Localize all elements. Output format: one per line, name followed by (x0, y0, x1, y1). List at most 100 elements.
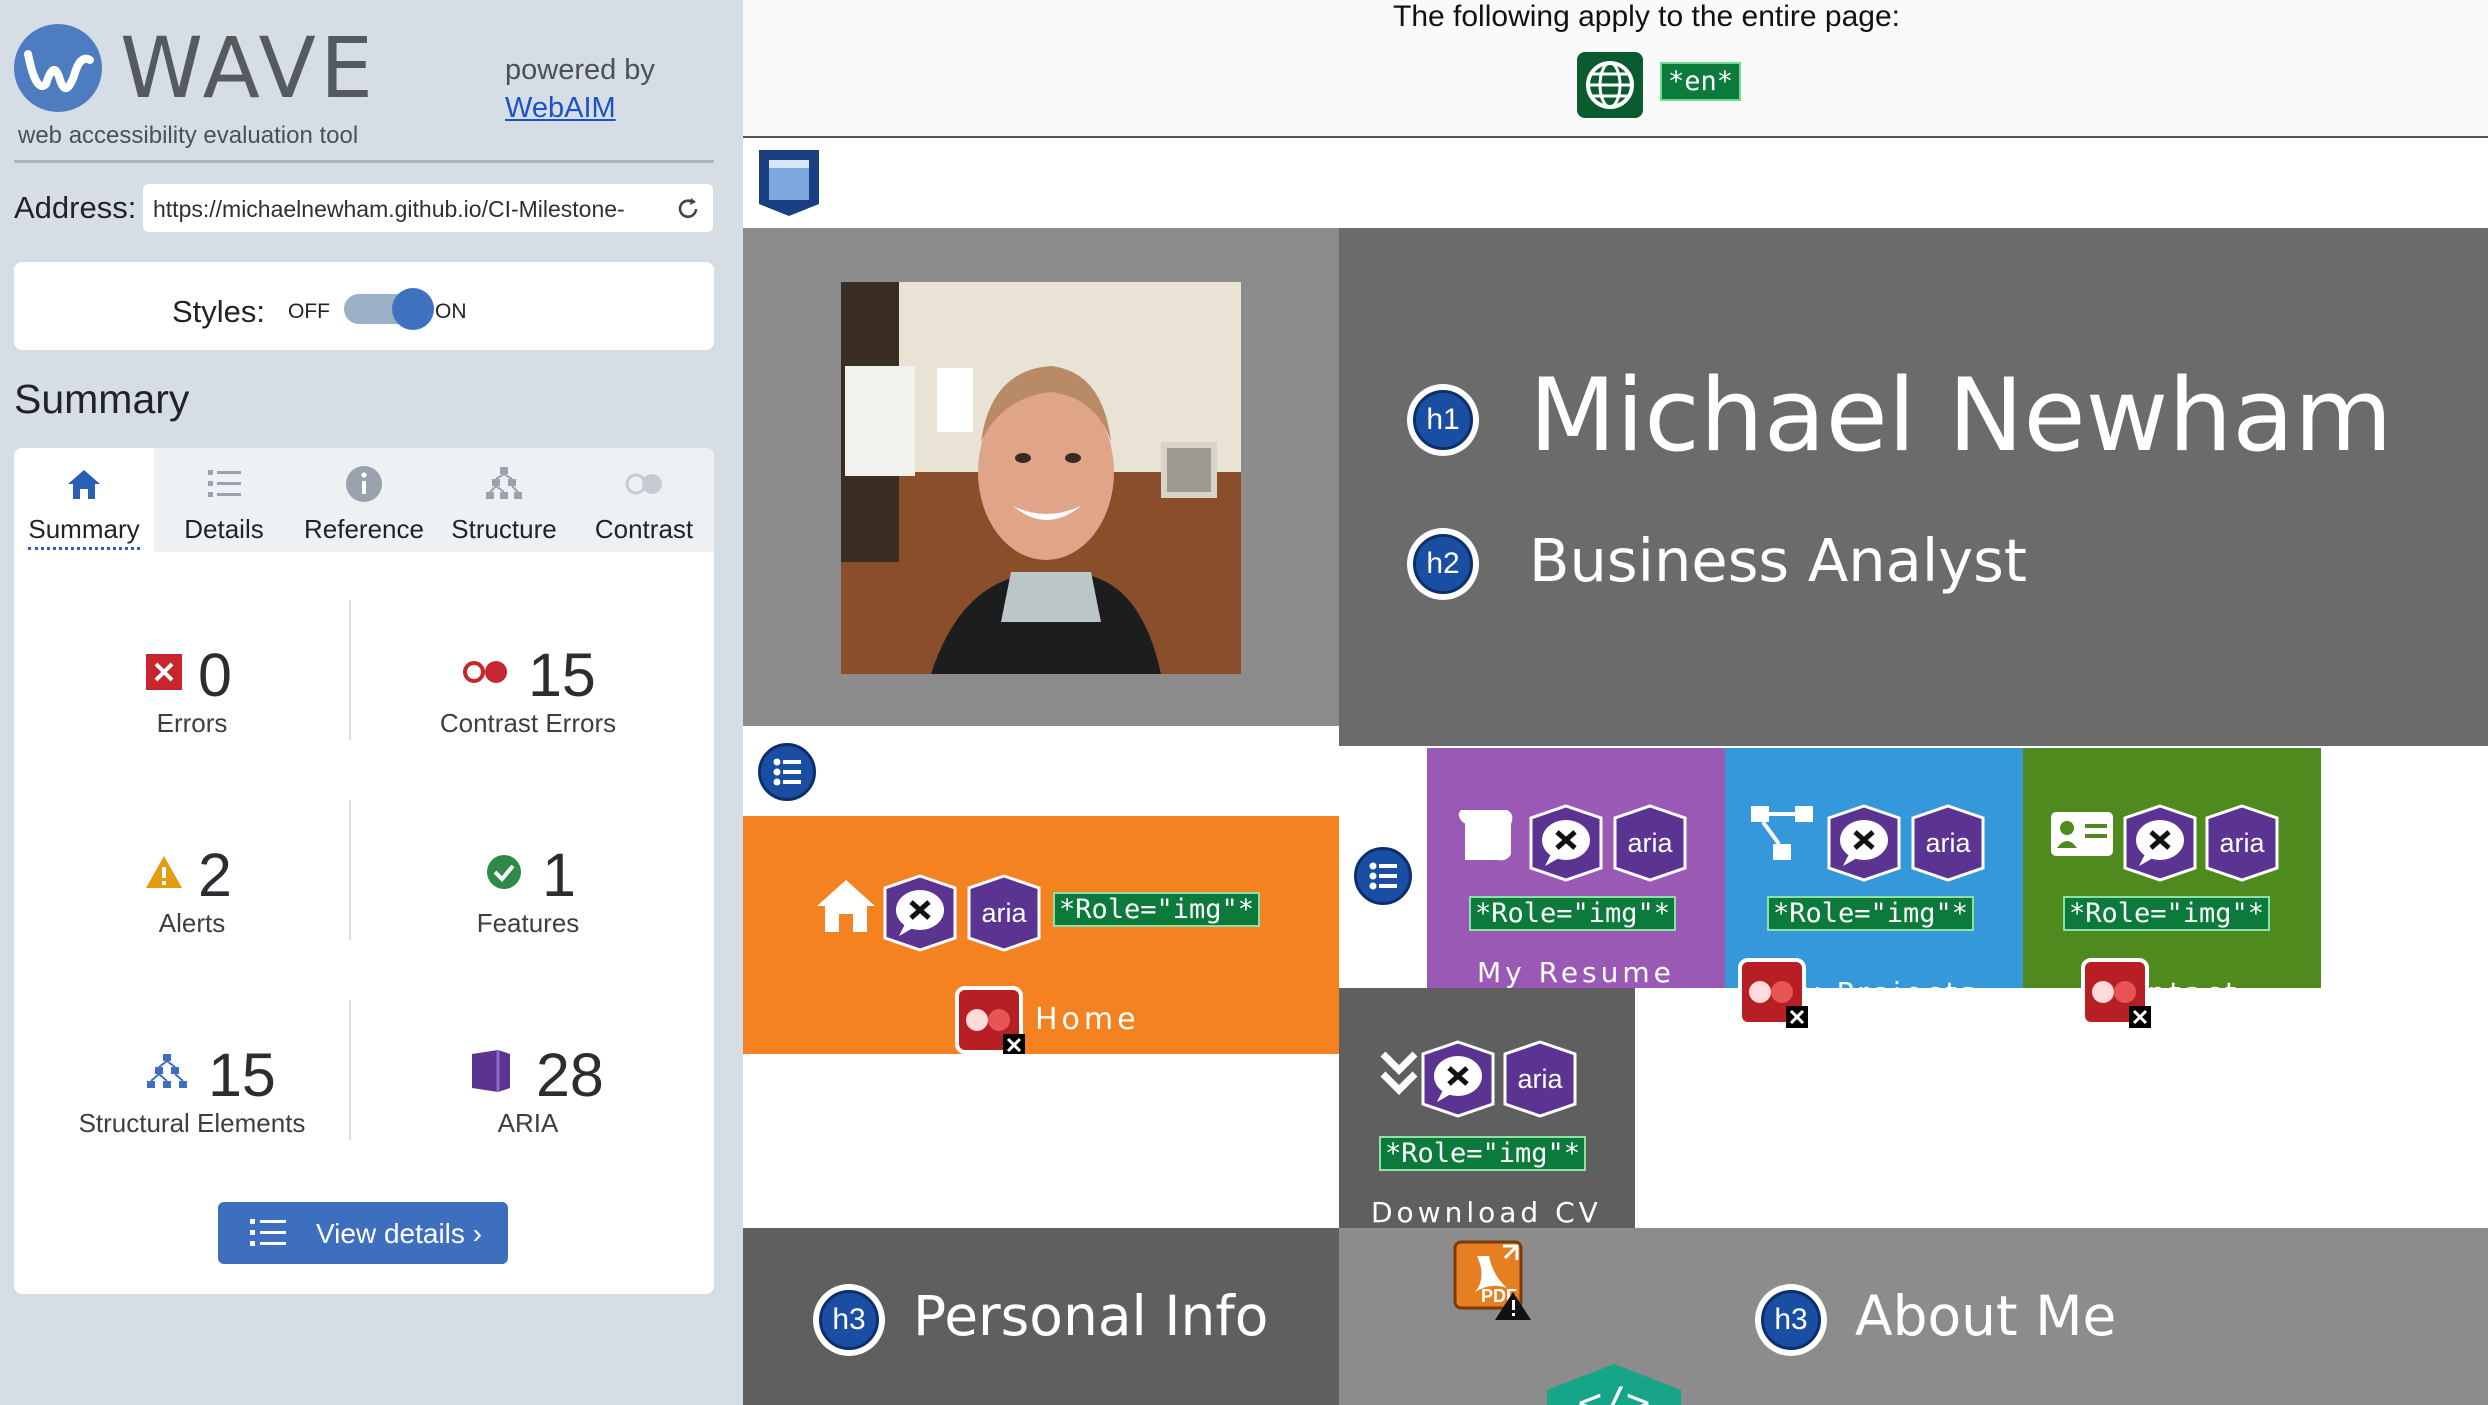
nav-tile-projects[interactable]: aria *Role="img"* My Projects (1725, 748, 2023, 988)
wave-logo-icon (14, 24, 102, 112)
tile-home-label: Home (1035, 1002, 1140, 1037)
stat-errors[interactable]: 0 Errors (32, 634, 352, 739)
styles-off-label: OFF (288, 300, 330, 323)
stat-aria[interactable]: 28 ARIA (368, 1034, 688, 1139)
contrast-error-icon (463, 661, 507, 683)
contrast-error-icon[interactable] (2079, 956, 2151, 1028)
aria-icon (472, 1050, 510, 1092)
contact-card-icon (2051, 812, 2113, 856)
aria-chip-label: aria (1925, 828, 1971, 858)
globe-icon[interactable] (1577, 52, 1643, 118)
profile-photo (841, 282, 1241, 674)
list-icon (208, 470, 241, 497)
nav-tile-home[interactable]: aria *Role="img"* Home (743, 816, 1339, 1054)
alerts-label: Alerts (158, 908, 226, 938)
alt-missing-icon[interactable] (1529, 804, 1603, 882)
page-notice-bar: The following apply to the entire page: … (743, 0, 2488, 138)
webaim-link[interactable]: WebAIM (505, 92, 616, 125)
download-cv-label: Download CV (1371, 1196, 1602, 1228)
structural-label: Structural Elements (78, 1108, 306, 1138)
styles-toggle[interactable] (344, 288, 434, 330)
personal-info-section: h3 Personal Info (743, 1228, 1339, 1405)
tab-contrast[interactable]: Contrast (574, 448, 714, 552)
aria-chip-label: aria (2219, 828, 2265, 858)
stat-alerts[interactable]: 2 Alerts (32, 834, 352, 939)
language-tag[interactable]: *en* (1660, 62, 1742, 101)
aria-icon[interactable]: aria (2205, 804, 2279, 882)
address-value[interactable]: https://michaelnewham.github.io/CI-Miles… (153, 196, 653, 223)
aria-label: ARIA (497, 1108, 559, 1138)
role-img-tag[interactable]: *Role="img"* (1053, 892, 1261, 927)
aria-icon[interactable]: aria (1503, 1040, 1577, 1118)
alt-missing-icon[interactable] (2123, 804, 2197, 882)
tab-reference[interactable]: Reference (294, 448, 434, 552)
landmark-icon[interactable] (755, 146, 823, 218)
evaluated-page: The following apply to the entire page: … (743, 0, 2488, 1405)
wave-tagline: web accessibility evaluation tool (18, 122, 359, 149)
role-img-tag[interactable]: *Role="img"* (1469, 896, 1677, 931)
h3-heading-icon[interactable]: h3 (1755, 1284, 1827, 1356)
structure-icon (486, 467, 522, 499)
header-photo-area (743, 228, 1339, 726)
contrast-error-icon[interactable] (953, 984, 1025, 1054)
pdf-alert-icon[interactable]: PDF (1451, 1238, 1535, 1322)
nav-tile-contact[interactable]: aria *Role="img"* Contact (2023, 748, 2321, 988)
tab-label: Summary (28, 514, 140, 550)
tab-structure[interactable]: Structure (434, 448, 574, 552)
home-icon (68, 470, 100, 499)
home-icon (817, 880, 875, 932)
view-details-button[interactable]: View details › (218, 1202, 508, 1264)
features-label: Features (476, 908, 580, 938)
alt-missing-icon[interactable] (883, 874, 957, 952)
sitemap-icon (1751, 806, 1813, 860)
list-icon[interactable] (1349, 842, 1417, 910)
header-banner: h1 Michael Newham h2 Business Analyst (1339, 228, 2488, 746)
h1-heading-icon[interactable]: h1 (1407, 384, 1479, 456)
about-me-heading: About Me (1855, 1284, 2117, 1348)
powered-by-text: powered by (505, 54, 655, 86)
aria-icon[interactable]: aria (1613, 804, 1687, 882)
summary-heading: Summary (14, 376, 190, 422)
tab-bar: Summary Details Reference Structure Cont… (14, 448, 714, 552)
toggle-knob[interactable] (392, 288, 434, 330)
alt-missing-icon[interactable] (1421, 1040, 1495, 1118)
tab-details[interactable]: Details (154, 448, 294, 552)
address-input[interactable]: https://michaelnewham.github.io/CI-Miles… (143, 184, 713, 232)
info-icon (346, 466, 382, 502)
page-notice-text: The following apply to the entire page: (1393, 0, 1900, 33)
contrast-errors-label: Contrast Errors (439, 708, 617, 738)
h2-heading-icon[interactable]: h2 (1407, 528, 1479, 600)
alt-missing-icon[interactable] (1827, 804, 1901, 882)
refresh-icon[interactable] (675, 196, 701, 222)
contrast-error-icon[interactable] (1736, 956, 1808, 1028)
stat-features[interactable]: 1 Features (368, 834, 688, 939)
aria-chip-label: aria (981, 898, 1027, 928)
h3-badge-label: h3 (819, 1290, 879, 1350)
download-cv-button[interactable]: aria *Role="img"* Download CV (1339, 988, 1635, 1228)
structure-icon (147, 1054, 187, 1088)
code-glyph: </> (1578, 1380, 1650, 1405)
tab-summary[interactable]: Summary (14, 448, 154, 552)
wave-sidebar: WAVE web accessibility evaluation tool p… (0, 0, 743, 1405)
h3-heading-icon[interactable]: h3 (813, 1284, 885, 1356)
aria-icon[interactable]: aria (1911, 804, 1985, 882)
list-icon (250, 1219, 286, 1246)
tile-resume-label: My Resume (1477, 956, 1675, 988)
role-img-tag[interactable]: *Role="img"* (1379, 1136, 1587, 1171)
role-img-tag[interactable]: *Role="img"* (2063, 896, 2271, 931)
nav-tile-resume[interactable]: aria *Role="img"* My Resume (1427, 748, 1725, 988)
list-icon[interactable] (753, 738, 821, 806)
stat-contrast-errors[interactable]: 15 Contrast Errors (368, 634, 688, 739)
wave-logo-text: WAVE (120, 19, 378, 117)
alerts-count: 2 (198, 841, 232, 909)
code-icon[interactable]: </> (1519, 1360, 1709, 1405)
tab-label: Reference (304, 514, 424, 544)
divider (14, 160, 714, 163)
aria-icon[interactable]: aria (967, 874, 1041, 952)
stat-structural-elements[interactable]: 15 Structural Elements (32, 1034, 352, 1139)
personal-info-heading: Personal Info (913, 1284, 1269, 1348)
features-count: 1 (542, 841, 576, 909)
role-img-tag[interactable]: *Role="img"* (1767, 896, 1975, 931)
h3-badge-label: h3 (1761, 1290, 1821, 1350)
feature-icon (487, 855, 521, 889)
